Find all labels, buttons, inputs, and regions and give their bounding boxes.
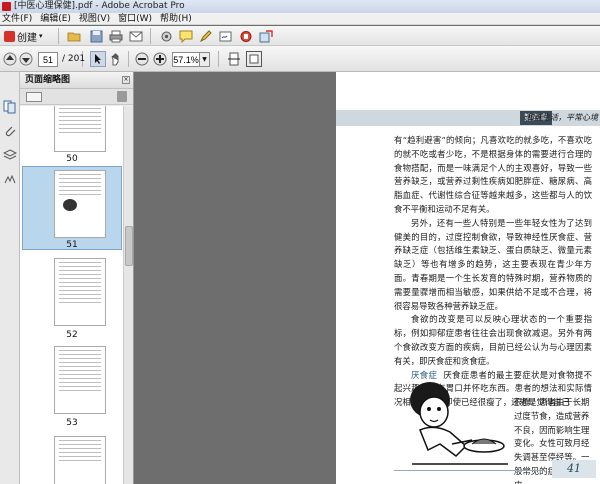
paragraph: 食欲的改变是可以反映心理状态的一个重要指标，例如抑郁症患者往往会出现食欲减退。另… xyxy=(394,314,592,366)
thumbnail-label: 50 xyxy=(66,154,78,164)
paragraph: 另外，还有一些人特别是一些年轻女性为了达到健美的目的，过度控制食欲，导致神经性厌… xyxy=(394,217,592,311)
page-thumbnails-panel: 页面缩略图 × 50 51 52 53 xyxy=(20,72,134,484)
illustration-man-eating xyxy=(410,382,508,465)
thumbnail-scrollbar[interactable] xyxy=(123,106,133,484)
document-view[interactable]: 第四章 和谐生活，平常心境 有“趋利避害”的倾向；凡喜欢吃的就多吃，不喜欢吃的就… xyxy=(134,72,600,484)
comment-icon[interactable] xyxy=(178,28,194,44)
menu-edit[interactable]: 编辑(E) xyxy=(40,13,71,24)
share-icon[interactable] xyxy=(258,28,274,44)
attachments-icon[interactable] xyxy=(3,124,17,138)
thumbnail-label: 52 xyxy=(66,330,78,340)
sign-icon[interactable] xyxy=(218,28,234,44)
separator xyxy=(128,51,129,67)
total-pages: / 201 xyxy=(62,54,86,64)
page-header: 第四章 和谐生活，平常心境 xyxy=(336,110,600,126)
thumbnail-page-50[interactable] xyxy=(54,106,106,152)
acrobat-app-icon xyxy=(2,2,11,11)
select-tool-icon[interactable] xyxy=(90,51,106,67)
chevron-down-icon: ▾ xyxy=(39,32,43,40)
menu-window[interactable]: 窗口(W) xyxy=(118,13,152,24)
previous-page-icon[interactable] xyxy=(2,51,18,67)
thumbnail-page-51[interactable] xyxy=(54,170,106,238)
panel-title: 页面缩略图 xyxy=(25,75,71,85)
stamp-icon[interactable] xyxy=(238,28,254,44)
options-menu-icon[interactable] xyxy=(26,92,42,102)
thumbnail-list: 50 51 52 53 xyxy=(20,106,124,484)
page-number: 41 xyxy=(552,460,596,478)
fit-width-icon[interactable] xyxy=(226,51,242,67)
panel-toolbar xyxy=(20,89,133,105)
title-bar: [中医心理保健].pdf - Adobe Acrobat Pro xyxy=(0,0,600,13)
zoom-in-icon[interactable] xyxy=(152,51,168,67)
separator xyxy=(218,51,219,67)
signatures-icon[interactable] xyxy=(3,172,17,186)
settings-icon[interactable] xyxy=(158,28,174,44)
navigation-pane-strip xyxy=(0,72,20,484)
print-icon[interactable] xyxy=(108,28,124,44)
hand-tool-icon[interactable] xyxy=(108,51,124,67)
current-page-field[interactable] xyxy=(38,52,58,67)
fit-page-icon[interactable] xyxy=(246,51,262,67)
zoom-out-icon[interactable] xyxy=(134,51,150,67)
thumbnail-page-54[interactable] xyxy=(54,436,106,484)
separator xyxy=(150,28,151,44)
main-toolbar: 创建 ▾ xyxy=(0,26,600,46)
footer-rule xyxy=(394,470,544,471)
header-title: 和谐生活，平常心境 xyxy=(526,113,598,122)
menu-file[interactable]: 文件(F) xyxy=(2,13,32,24)
save-icon[interactable] xyxy=(88,28,104,44)
menu-bar: 文件(F) 编辑(E) 视图(V) 窗口(W) 帮助(H) xyxy=(0,13,600,25)
paragraph: 有“趋利避害”的倾向；凡喜欢吃的就多吃，不喜欢吃的就不吃或者少吃，不是根据身体的… xyxy=(394,135,592,214)
edit-icon[interactable] xyxy=(198,28,214,44)
thumbnail-label: 53 xyxy=(66,418,78,428)
window-title: [中医心理保健].pdf - Adobe Acrobat Pro xyxy=(14,1,185,11)
create-button[interactable]: 创建 ▾ xyxy=(2,28,54,44)
pdf-page: 第四章 和谐生活，平常心境 有“趋利避害”的倾向；凡喜欢吃的就多吃，不喜欢吃的就… xyxy=(336,72,600,484)
delete-icon[interactable] xyxy=(117,91,127,102)
thumbnail-page-52[interactable] xyxy=(54,258,106,326)
next-page-icon[interactable] xyxy=(18,51,34,67)
panel-close-icon[interactable]: × xyxy=(122,76,130,84)
layers-icon[interactable] xyxy=(2,148,18,162)
navigation-toolbar xyxy=(0,46,600,72)
menu-help[interactable]: 帮助(H) xyxy=(160,13,192,24)
page-thumbnails-icon[interactable] xyxy=(3,100,17,114)
menu-view[interactable]: 视图(V) xyxy=(79,13,110,24)
zoom-dropdown-icon[interactable]: ▼ xyxy=(200,52,210,67)
scrollbar-thumb[interactable] xyxy=(125,226,133,266)
open-icon[interactable] xyxy=(66,28,82,44)
separator xyxy=(58,28,59,44)
email-icon[interactable] xyxy=(128,28,144,44)
zoom-field[interactable] xyxy=(172,52,200,67)
page-body: 有“趋利避害”的倾向；凡喜欢吃的就多吃，不喜欢吃的就不吃或者少吃，不是根据身体的… xyxy=(394,134,592,410)
panel-header: 页面缩略图 × xyxy=(20,72,133,89)
thumbnail-page-53[interactable] xyxy=(54,346,106,414)
thumbnail-label: 51 xyxy=(66,240,78,250)
create-icon xyxy=(4,30,15,42)
